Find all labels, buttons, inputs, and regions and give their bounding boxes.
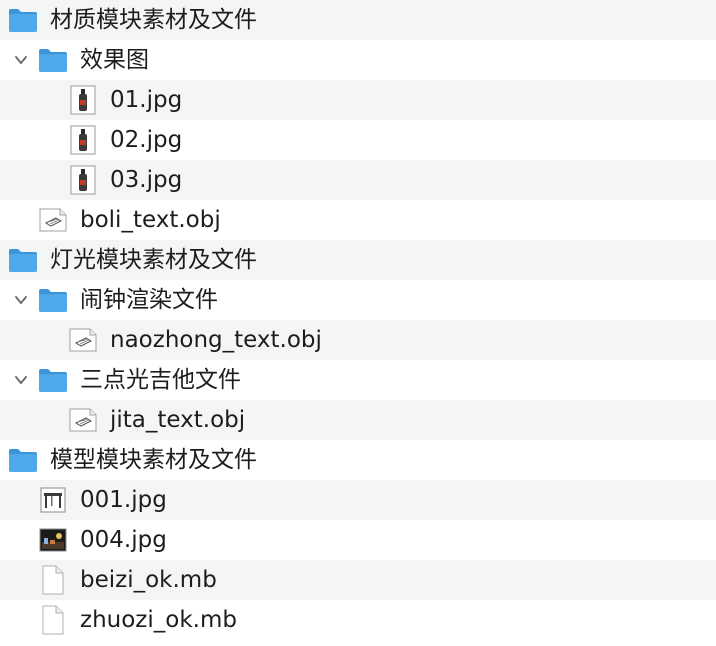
row-label: 02.jpg	[110, 127, 183, 153]
table-image-thumbnail-icon	[38, 485, 68, 515]
scene-image-thumbnail-icon	[38, 525, 68, 555]
file-row[interactable]: naozhong_text.obj	[0, 320, 716, 360]
row-label: 001.jpg	[80, 487, 167, 513]
obj-file-icon	[38, 205, 68, 235]
row-label: 模型模块素材及文件	[50, 447, 257, 473]
folder-row[interactable]: 效果图	[0, 40, 716, 80]
folder-row[interactable]: 灯光模块素材及文件	[0, 240, 716, 280]
folder-row[interactable]: 三点光吉他文件	[0, 360, 716, 400]
file-row[interactable]: 004.jpg	[0, 520, 716, 560]
row-label: 闹钟渲染文件	[80, 287, 218, 313]
row-label: 三点光吉他文件	[80, 367, 241, 393]
bottle-image-thumbnail-icon	[68, 125, 98, 155]
file-row[interactable]: 001.jpg	[0, 480, 716, 520]
bottle-image-thumbnail-icon	[68, 85, 98, 115]
file-row[interactable]: 03.jpg	[0, 160, 716, 200]
folder-icon	[8, 245, 38, 275]
bottle-image-thumbnail-icon	[68, 165, 98, 195]
row-label: boli_text.obj	[80, 207, 221, 233]
folder-row[interactable]: 模型模块素材及文件	[0, 440, 716, 480]
row-label: 效果图	[80, 47, 149, 73]
folder-icon	[38, 45, 68, 75]
row-label: beizi_ok.mb	[80, 567, 217, 593]
row-label: 01.jpg	[110, 87, 183, 113]
folder-icon	[8, 445, 38, 475]
file-row[interactable]: 01.jpg	[0, 80, 716, 120]
file-row[interactable]: zhuozi_ok.mb	[0, 600, 716, 640]
file-tree: 材质模块素材及文件 效果图 01.jpg 02.jpg 03.jpg boli_…	[0, 0, 716, 646]
chevron-down-icon[interactable]	[12, 291, 30, 309]
row-label: 03.jpg	[110, 167, 183, 193]
file-row[interactable]: 02.jpg	[0, 120, 716, 160]
row-label: 灯光模块素材及文件	[50, 247, 257, 273]
row-label: 004.jpg	[80, 527, 167, 553]
folder-row[interactable]: 闹钟渲染文件	[0, 280, 716, 320]
row-label: zhuozi_ok.mb	[80, 607, 237, 633]
file-row[interactable]: boli_text.obj	[0, 200, 716, 240]
blank-file-icon	[38, 565, 68, 595]
row-label: naozhong_text.obj	[110, 327, 322, 353]
obj-file-icon	[68, 325, 98, 355]
row-label: jita_text.obj	[110, 407, 246, 433]
chevron-down-icon[interactable]	[12, 51, 30, 69]
file-row[interactable]: jita_text.obj	[0, 400, 716, 440]
row-label: 材质模块素材及文件	[50, 7, 257, 33]
folder-icon	[38, 365, 68, 395]
chevron-down-icon[interactable]	[12, 371, 30, 389]
obj-file-icon	[68, 405, 98, 435]
file-row[interactable]: beizi_ok.mb	[0, 560, 716, 600]
blank-file-icon	[38, 605, 68, 635]
folder-icon	[8, 5, 38, 35]
folder-icon	[38, 285, 68, 315]
folder-row[interactable]: 材质模块素材及文件	[0, 0, 716, 40]
